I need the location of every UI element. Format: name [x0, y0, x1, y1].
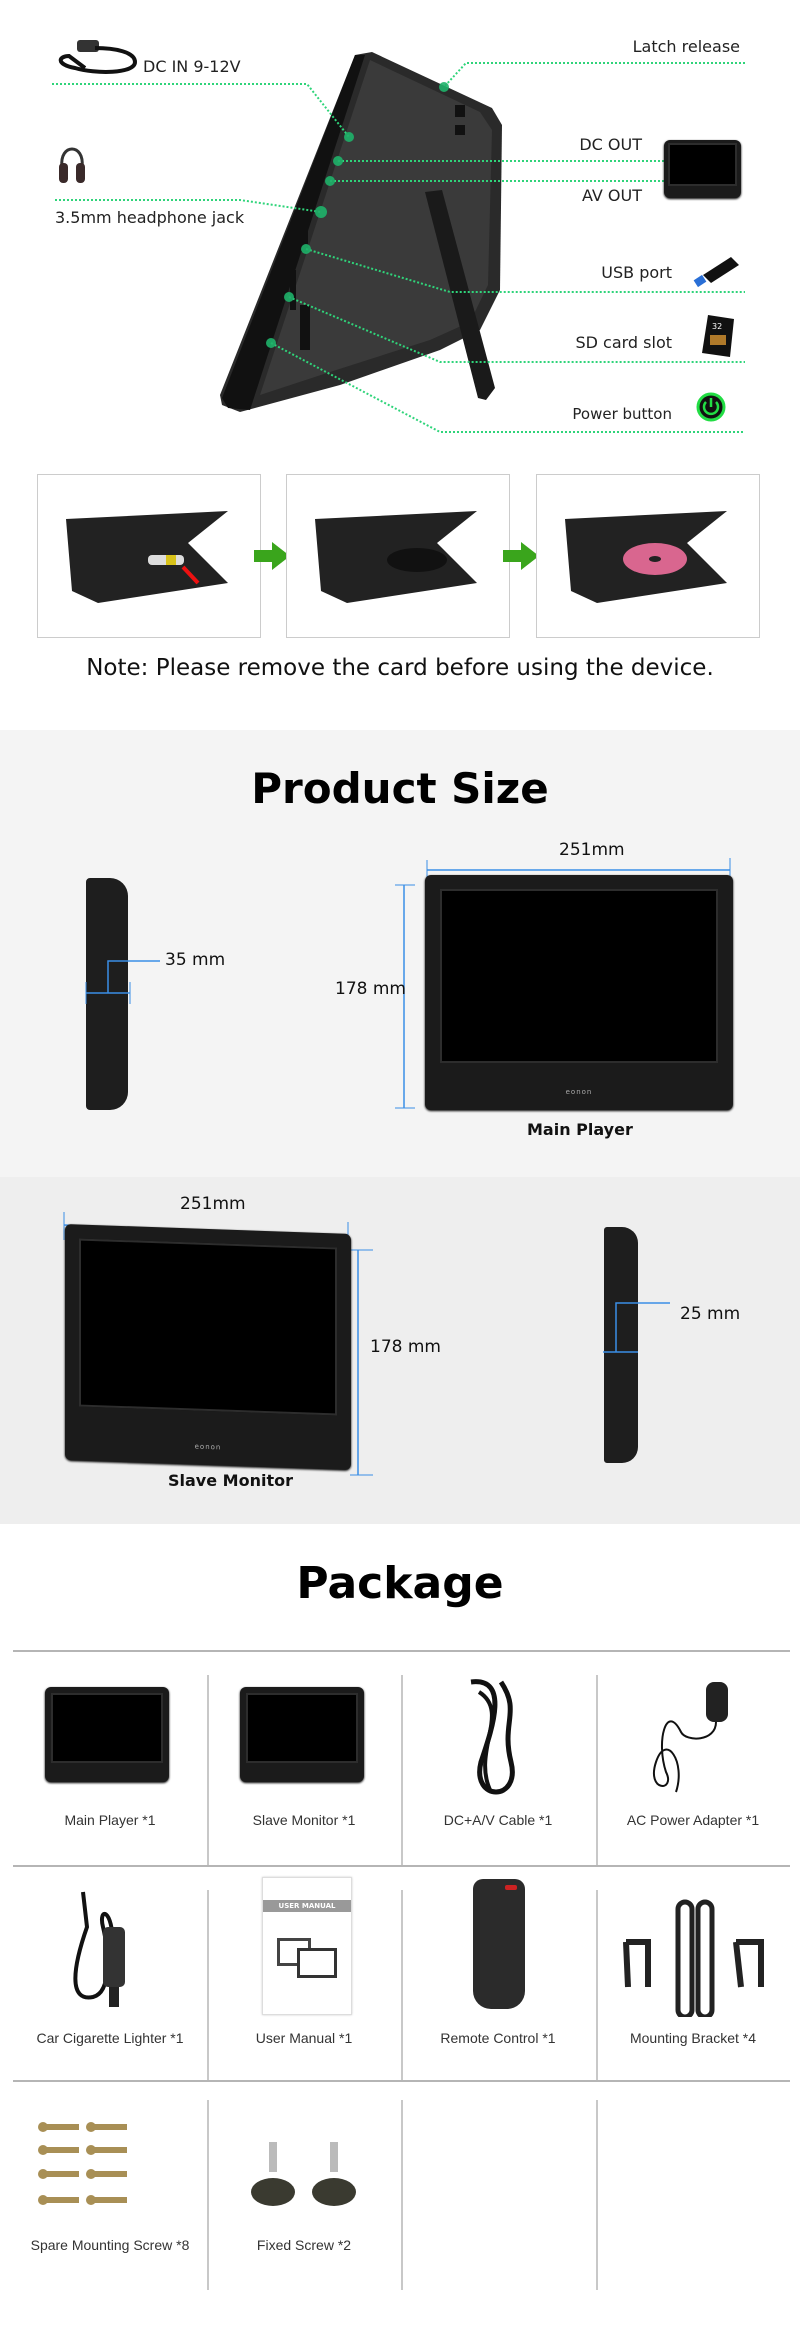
package-item: Car Cigarette Lighter *1 [13, 1867, 207, 2081]
package-item-label: Car Cigarette Lighter *1 [36, 2030, 184, 2046]
car-charger-icon [58, 40, 138, 74]
latch-release-label: Latch release [632, 37, 740, 56]
step-3-insert-disc [536, 474, 760, 638]
package-item-label: User Manual *1 [255, 2030, 353, 2046]
manual-cover-title: USER MANUAL [263, 1900, 351, 1912]
slave-monitor-front-view: eonon [65, 1224, 351, 1470]
package-item-label: DC+A/V Cable *1 [443, 1812, 553, 1828]
divider [401, 2100, 403, 2290]
package-item-label: Remote Control *1 [440, 2030, 556, 2046]
brand-logo: eonon [565, 1087, 593, 1096]
fixed-screw-icon [251, 2142, 356, 2206]
sd-card-slot-label: SD card slot [575, 333, 672, 352]
package-item: Spare Mounting Screw *8 [13, 2082, 207, 2296]
main-player-caption: Main Player [527, 1120, 633, 1139]
features-section: DC IN 9-12V 3.5mm headphone jack Latch r… [0, 0, 800, 730]
package-item-label: Fixed Screw *2 [256, 2237, 352, 2253]
remote-control-icon [473, 1879, 525, 2009]
product-size-section-main: Product Size 35 mm 251mm 178 mm eonon Ma… [0, 730, 800, 1177]
dc-out-label: DC OUT [579, 135, 642, 154]
package-item: AC Power Adapter *1 [596, 1652, 790, 1866]
package-item: Main Player *1 [13, 1652, 207, 1866]
depth-dimension-line [85, 960, 160, 1004]
mounting-bracket-icon [623, 1899, 764, 2017]
spare-screws-icon [38, 2122, 127, 2205]
package-item-label: Slave Monitor *1 [252, 1812, 356, 1828]
main-player-width: 251mm [559, 840, 625, 860]
main-player-height: 178 mm [335, 979, 406, 999]
package-item-label: AC Power Adapter *1 [626, 1812, 760, 1828]
product-size-title: Product Size [251, 764, 549, 813]
package-item-label: Mounting Bracket *4 [629, 2030, 757, 2046]
main-player-depth: 35 mm [165, 950, 226, 970]
power-icon [696, 392, 726, 422]
power-button-label: Power button [572, 405, 672, 423]
cable-icon [470, 1679, 515, 1795]
brand-logo: eonon [194, 1442, 222, 1452]
package-title: Package [296, 1558, 504, 1609]
package-item: Mounting Bracket *4 [596, 1867, 790, 2081]
sd-card-capacity: 32 [712, 322, 722, 331]
headphone-jack-label: 3.5mm headphone jack [55, 208, 245, 227]
slave-monitor-width: 251mm [180, 1194, 246, 1214]
usb-port-label: USB port [601, 263, 672, 282]
slave-monitor-icon [240, 1687, 364, 1782]
package-item: Remote Control *1 [401, 1867, 595, 2081]
dc-in-label: DC IN 9-12V [143, 57, 241, 76]
package-item-label: Spare Mounting Screw *8 [30, 2237, 190, 2253]
headphones-icon [59, 147, 85, 183]
step-1-insert-card [37, 474, 261, 638]
slave-monitor-height: 178 mm [370, 1337, 441, 1357]
av-out-label: AV OUT [581, 186, 642, 205]
package-item: Slave Monitor *1 [207, 1652, 401, 1866]
product-size-section-slave: 251mm 178 mm eonon Slave Monitor 25 mm [0, 1177, 800, 1524]
usb-stick-icon [693, 257, 739, 288]
monitor-thumbnail-icon [664, 140, 741, 198]
step-2-card-removed [286, 474, 510, 638]
slave-monitor-caption: Slave Monitor [168, 1471, 293, 1490]
depth-dimension-line [603, 1302, 670, 1353]
car-charger-icon [73, 1891, 125, 2007]
main-player-icon [45, 1687, 169, 1782]
arrow-right-icon [503, 542, 539, 570]
package-item-label: Main Player *1 [64, 1812, 156, 1828]
slave-monitor-depth: 25 mm [680, 1304, 741, 1324]
sd-card-icon: 32 [702, 315, 734, 357]
usage-note: Note: Please remove the card before usin… [86, 655, 714, 681]
package-item: Fixed Screw *2 [207, 2082, 401, 2296]
package-item: DC+A/V Cable *1 [401, 1652, 595, 1866]
user-manual-icon: USER MANUAL [262, 1877, 352, 2015]
main-player-front-view: eonon [425, 875, 733, 1110]
ac-adapter-icon [653, 1682, 728, 1793]
package-item: USER MANUAL User Manual *1 [207, 1867, 401, 2081]
divider [596, 2100, 598, 2290]
